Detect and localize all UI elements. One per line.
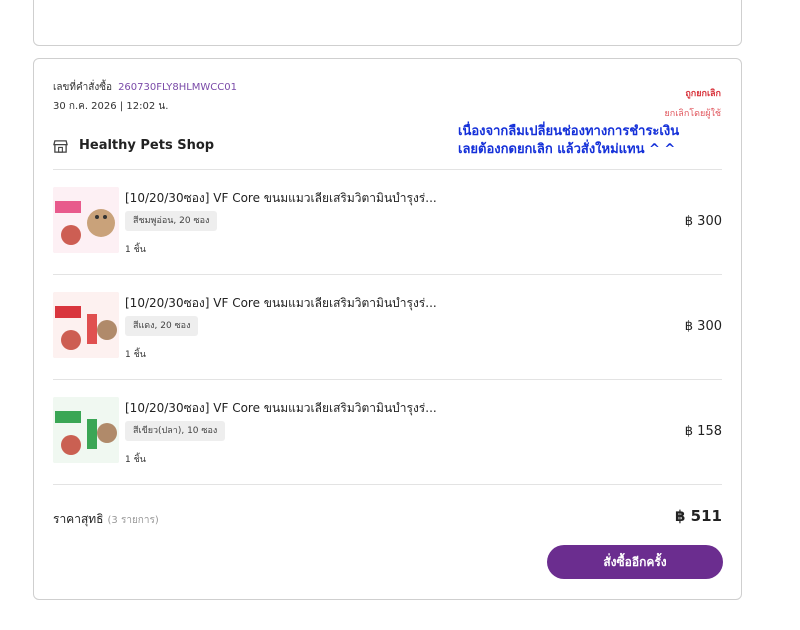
product-thumbnail[interactable] xyxy=(53,187,119,253)
store-icon xyxy=(53,140,68,153)
item-price: ฿ 300 xyxy=(684,214,722,229)
divider xyxy=(53,274,722,275)
variant-badge: สีชมพูอ่อน, 20 ซอง xyxy=(125,211,218,231)
status-badge: ถูกยกเลิก xyxy=(685,89,721,99)
order-number-label: เลขที่คำสั่งซื้อ xyxy=(53,82,113,93)
order-item[interactable]: [10/20/30ซอง] VF Core ขนมแมวเลียเสริมวิต… xyxy=(53,187,722,267)
shop-name[interactable]: Healthy Pets Shop xyxy=(79,138,214,153)
item-price: ฿ 158 xyxy=(684,424,722,439)
variant-badge: สีแดง, 20 ซอง xyxy=(125,316,199,336)
divider xyxy=(53,379,722,380)
product-image-icon xyxy=(53,292,119,358)
item-price: ฿ 300 xyxy=(684,319,722,334)
cancel-reason: ยกเลิกโดยผู้ใช้ xyxy=(664,109,722,119)
order-number: เลขที่คำสั่งซื้อ 260730FLY8HLMWCC01 xyxy=(53,80,237,95)
divider xyxy=(53,169,722,170)
item-quantity: 1 ชิ้น xyxy=(125,455,146,465)
product-image-icon xyxy=(53,187,119,253)
variant-badge: สีเขียว(ปลา), 10 ซอง xyxy=(125,421,226,441)
product-thumbnail[interactable] xyxy=(53,397,119,463)
order-number-value[interactable]: 260730FLY8HLMWCC01 xyxy=(118,82,237,93)
product-title[interactable]: [10/20/30ซอง] VF Core ขนมแมวเลียเสริมวิต… xyxy=(125,399,437,418)
total-value: ฿ 511 xyxy=(675,507,722,525)
order-card: เลขที่คำสั่งซื้อ 260730FLY8HLMWCC01 30 ก.… xyxy=(33,58,742,600)
handwritten-annotation: เนื่องจากลืมเปลี่ยนช่องทางการชำระเงิน เล… xyxy=(458,123,748,159)
order-date: 30 ก.ค. 2026 | 12:02 น. xyxy=(53,101,169,112)
product-thumbnail[interactable] xyxy=(53,292,119,358)
order-item[interactable]: [10/20/30ซอง] VF Core ขนมแมวเลียเสริมวิต… xyxy=(53,292,722,372)
total-item-count: (3 รายการ) xyxy=(107,515,159,526)
divider xyxy=(53,484,722,485)
annotation-line: เลยต้องกดยกเลิก แล้วสั่งใหม่แทน ^ ^ xyxy=(458,142,676,157)
item-quantity: 1 ชิ้น xyxy=(125,350,146,360)
product-title[interactable]: [10/20/30ซอง] VF Core ขนมแมวเลียเสริมวิต… xyxy=(125,294,437,313)
product-image-icon xyxy=(53,397,119,463)
item-quantity: 1 ชิ้น xyxy=(125,245,146,255)
previous-order-card xyxy=(33,0,742,46)
annotation-line: เนื่องจากลืมเปลี่ยนช่องทางการชำระเงิน xyxy=(458,124,680,139)
product-title[interactable]: [10/20/30ซอง] VF Core ขนมแมวเลียเสริมวิต… xyxy=(125,189,437,208)
reorder-button[interactable]: สั่งซื้ออีกครั้ง xyxy=(547,545,723,579)
total-label-text: ราคาสุทธิ xyxy=(53,512,104,526)
order-item[interactable]: [10/20/30ซอง] VF Core ขนมแมวเลียเสริมวิต… xyxy=(53,397,722,477)
total-label: ราคาสุทธิ (3 รายการ) xyxy=(53,510,159,529)
